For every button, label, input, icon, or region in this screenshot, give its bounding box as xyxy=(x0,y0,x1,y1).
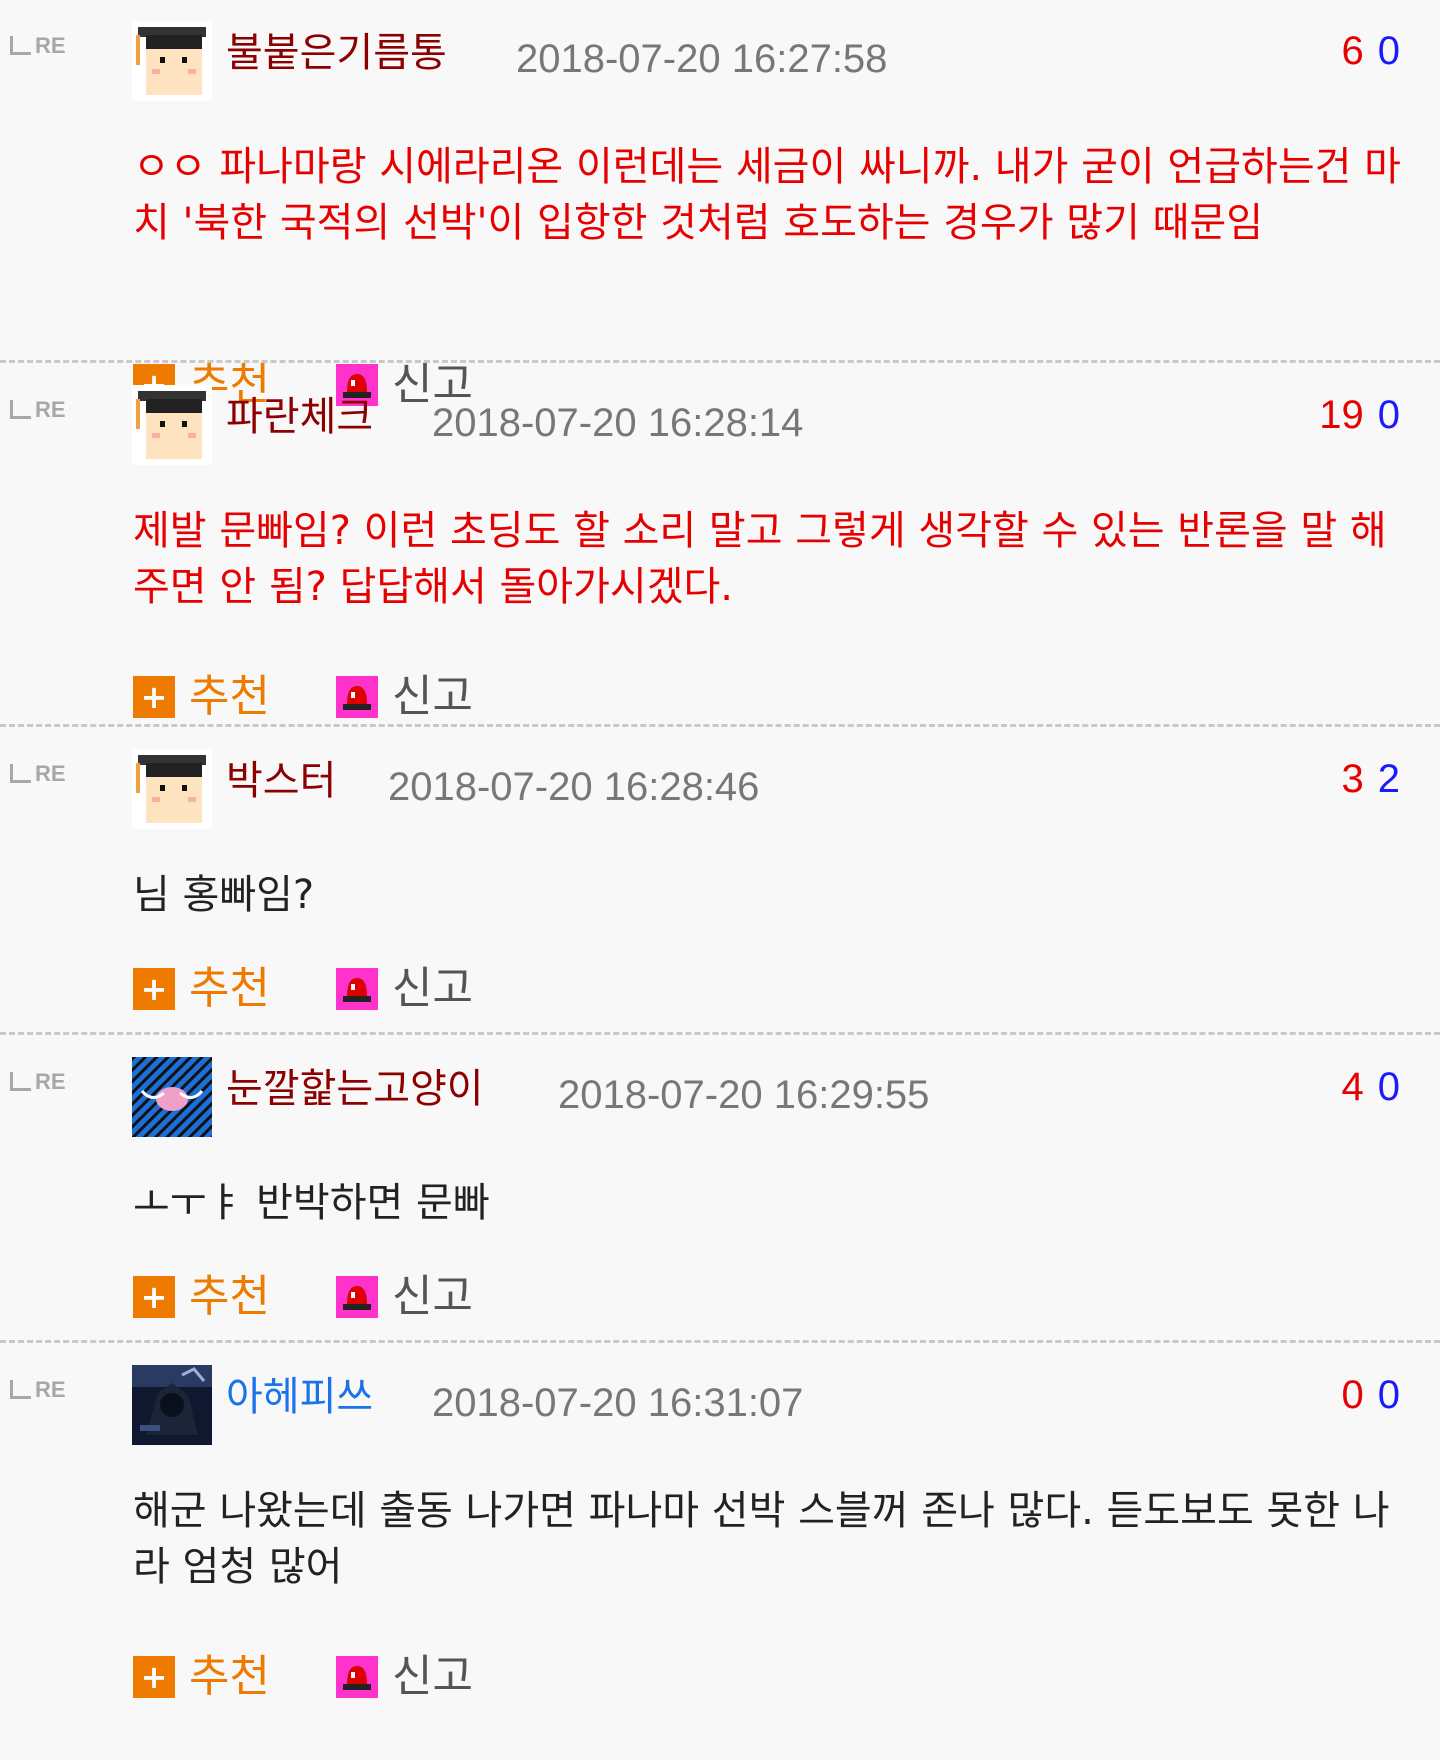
report-button[interactable]: 신고 xyxy=(335,963,473,1015)
comment-actions: + 추천 신고 xyxy=(133,1651,473,1703)
avatar[interactable] xyxy=(132,1365,212,1445)
recommend-label: 추천 xyxy=(189,1651,270,1702)
vote-counts: 60 xyxy=(1342,25,1401,77)
downvote-count: 0 xyxy=(1377,1373,1400,1417)
author-nickname[interactable]: 파란체크 xyxy=(226,391,373,443)
comment-item: RE 아헤피쓰 2018-07-20 16:31:07 00 해군 나왔는데 출… xyxy=(0,1340,1440,1760)
plus-icon: + xyxy=(133,676,175,718)
vote-counts: 32 xyxy=(1342,753,1401,805)
recommend-button[interactable]: + 추천 xyxy=(133,671,270,723)
upvote-count: 6 xyxy=(1341,29,1364,73)
downvote-count: 0 xyxy=(1377,1065,1400,1109)
reply-arrow-icon: RE xyxy=(10,33,66,59)
upvote-count: 19 xyxy=(1319,393,1364,437)
author-nickname[interactable]: 불붙은기름통 xyxy=(226,27,447,79)
comment-body: ㅗㅜㅑ 반박하면 문빠 xyxy=(133,1180,490,1226)
downvote-count: 2 xyxy=(1377,757,1400,801)
downvote-count: 0 xyxy=(1377,29,1400,73)
avatar[interactable] xyxy=(132,385,212,465)
report-label: 신고 xyxy=(391,671,473,722)
avatar[interactable] xyxy=(132,1057,212,1137)
siren-icon xyxy=(335,968,378,1010)
report-label: 신고 xyxy=(391,963,473,1014)
recommend-label: 추천 xyxy=(189,963,270,1014)
reply-arrow-icon: RE xyxy=(10,1069,66,1095)
comment-item: RE 눈깔핥는고양이 2018-07-20 16:29:55 40 ㅗㅜㅑ 반박… xyxy=(0,1032,1440,1340)
plus-icon: + xyxy=(133,968,175,1010)
vote-counts: 19 0 xyxy=(1319,389,1400,441)
recommend-label: 추천 xyxy=(189,671,270,722)
recommend-button[interactable]: + 추천 xyxy=(133,1271,270,1323)
comment-actions: + 추천 신고 xyxy=(133,963,473,1015)
comment-body: 제발 문빠임? 이런 초딩도 할 소리 말고 그렇게 생각할 수 있는 반론을 … xyxy=(133,508,1387,610)
siren-icon xyxy=(335,1656,378,1698)
report-button[interactable]: 신고 xyxy=(335,671,473,723)
report-label: 신고 xyxy=(391,1651,473,1702)
siren-icon xyxy=(335,1276,378,1318)
report-label: 신고 xyxy=(391,1271,473,1322)
upvote-count: 0 xyxy=(1341,1373,1364,1417)
timestamp: 2018-07-20 16:31:07 xyxy=(432,1381,804,1425)
comment-actions: + 추천 신고 xyxy=(133,1271,473,1323)
author-nickname[interactable]: 눈깔핥는고양이 xyxy=(226,1063,484,1115)
recommend-button[interactable]: + 추천 xyxy=(133,963,270,1015)
reply-arrow-icon: RE xyxy=(10,761,66,787)
siren-icon xyxy=(335,676,378,718)
report-button[interactable]: 신고 xyxy=(335,1651,473,1703)
comment-item: RE 불붙은기름통 2018-07-20 16:27:58 60 ㅇㅇ 파나마랑… xyxy=(0,0,1440,410)
avatar[interactable] xyxy=(132,21,212,101)
timestamp: 2018-07-20 16:28:46 xyxy=(388,765,760,809)
author-nickname[interactable]: 박스터 xyxy=(226,755,336,807)
plus-icon: + xyxy=(133,1276,175,1318)
comment-body: ㅇㅇ 파나마랑 시에라리온 이런데는 세금이 싸니까. 내가 굳이 언급하는건 … xyxy=(133,144,1401,246)
comment-actions: + 추천 신고 xyxy=(133,671,473,723)
upvote-count: 4 xyxy=(1341,1065,1364,1109)
reply-arrow-icon: RE xyxy=(10,1377,66,1403)
upvote-count: 3 xyxy=(1341,757,1364,801)
timestamp: 2018-07-20 16:29:55 xyxy=(558,1073,930,1117)
recommend-label: 추천 xyxy=(189,1271,270,1322)
reply-arrow-icon: RE xyxy=(10,397,66,423)
downvote-count: 0 xyxy=(1377,393,1400,437)
comment-body: 님 홍빠임? xyxy=(133,872,315,918)
avatar[interactable] xyxy=(132,749,212,829)
vote-counts: 00 xyxy=(1342,1369,1401,1421)
report-button[interactable]: 신고 xyxy=(335,1271,473,1323)
recommend-button[interactable]: + 추천 xyxy=(133,1651,270,1703)
comment-item: RE 박스터 2018-07-20 16:28:46 32 님 홍빠임? + 추… xyxy=(0,724,1440,1032)
comment-item: RE 파란체크 2018-07-20 16:28:14 19 0 제발 문빠임? … xyxy=(0,360,1440,724)
timestamp: 2018-07-20 16:27:58 xyxy=(516,37,888,81)
vote-counts: 40 xyxy=(1342,1061,1401,1113)
plus-icon: + xyxy=(133,1656,175,1698)
timestamp: 2018-07-20 16:28:14 xyxy=(432,401,804,445)
comment-body: 해군 나왔는데 출동 나가면 파나마 선박 스블꺼 존나 많다. 듣도보도 못한… xyxy=(133,1488,1390,1590)
author-nickname[interactable]: 아헤피쓰 xyxy=(226,1371,373,1423)
